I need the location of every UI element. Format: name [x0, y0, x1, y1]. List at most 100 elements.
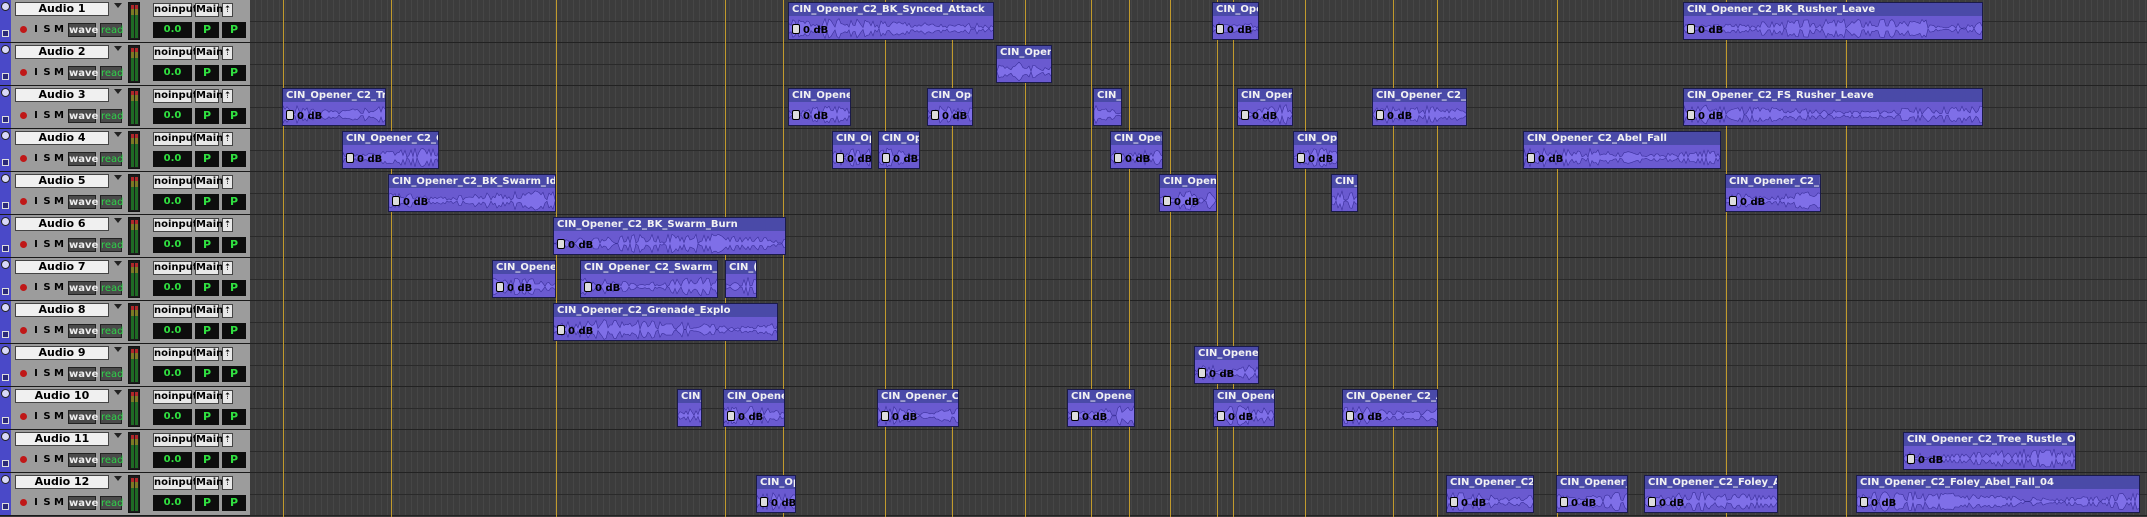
clip-gain[interactable]: 0 dB: [286, 110, 322, 122]
clip-gain[interactable]: 0 dB: [931, 110, 967, 122]
clip-gain[interactable]: 0 dB: [1163, 196, 1199, 208]
audio-clip[interactable]: CIN_Opener_C2_BK_Rusher_Leave 0 dB: [1683, 2, 1983, 40]
clip-gain-icon: [346, 153, 354, 163]
audio-clip[interactable]: CIN_Opener_C2_Abel_Fall 0 dB: [1523, 131, 1721, 169]
audio-clip[interactable]: CIN_Opener 0 dB: [492, 260, 556, 298]
clip-gain[interactable]: 0 dB: [792, 24, 828, 36]
audio-clip[interactable]: CIN_Opener 0 dB: [1194, 346, 1259, 384]
clip-gain-value: 0 dB: [847, 154, 872, 165]
audio-clip[interactable]: CIN_Opener_C2_G 0 dB: [342, 131, 439, 169]
clip-name: CIN_Opener: [1195, 347, 1258, 360]
audio-clip[interactable]: CIN_Opener_C2_A 0 dB: [1342, 389, 1438, 427]
audio-clip[interactable]: CIN_: [1331, 174, 1358, 212]
audio-clip[interactable]: CIN_Op 0 dB: [756, 475, 796, 513]
clip-gain[interactable]: 0 dB: [881, 411, 917, 423]
audio-clip[interactable]: CIN_Opener_C2_Foley_Abel_Fall_04 0 dB: [1856, 475, 2140, 513]
audio-clip[interactable]: CIN_Opener_C2_BK_Swarm_Idle 0 dB: [388, 174, 556, 212]
clip-gain[interactable]: 0 dB: [1527, 153, 1563, 165]
clip-gain-icon: [1216, 24, 1224, 34]
clip-name: CIN_Opene: [1068, 390, 1134, 403]
clip-gain-value: 0 dB: [595, 283, 621, 294]
audio-clip[interactable]: CIN_Opener_C2_BK_Synced_Attack 0 dB: [788, 2, 994, 40]
audio-clip[interactable]: CIN_Opener_C2 0 dB: [1446, 475, 1534, 513]
audio-clip[interactable]: CIN_Opener_C2_Tree_Rustle_Outs 0 dB: [1903, 432, 2076, 470]
audio-clip[interactable]: CIN_Ope 0 dB: [1212, 2, 1259, 40]
clip-gain[interactable]: 0 dB: [836, 153, 872, 165]
clip-gain-value: 0 dB: [1918, 455, 1944, 466]
clip-gain[interactable]: 0 dB: [1217, 411, 1253, 423]
clip-name: CIN_(: [726, 261, 756, 274]
clip-name: CIN_Opener_C2_G: [343, 132, 438, 145]
clip-gain[interactable]: 0 dB: [1907, 454, 1943, 466]
audio-clip[interactable]: CIN_Op 0 dB: [878, 131, 920, 169]
clip-gain[interactable]: 0 dB: [727, 411, 763, 423]
audio-clip[interactable]: CIN_(: [725, 260, 757, 298]
clip-gain[interactable]: 0 dB: [496, 282, 532, 294]
clip-gain[interactable]: 0 dB: [584, 282, 620, 294]
clip-gain[interactable]: 0 dB: [1241, 110, 1277, 122]
clip-gain[interactable]: 0 dB: [557, 239, 593, 251]
clip-gain[interactable]: 0 dB: [1450, 497, 1486, 509]
clip-gain-icon: [1648, 497, 1656, 507]
audio-clip[interactable]: CIN_Ope 0 dB: [927, 88, 973, 126]
audio-clip[interactable]: CIN_Opener_C2_Tre 0 dB: [282, 88, 386, 126]
audio-clip[interactable]: CIN_Opener 0 dB: [723, 389, 785, 427]
clip-gain[interactable]: 0 dB: [1560, 497, 1596, 509]
audio-clip[interactable]: CIN_Opener_C2_B 0 dB: [1725, 174, 1821, 212]
audio-clip[interactable]: CIN_Opener_C2_Grenade_Explo 0 dB: [553, 303, 778, 341]
audio-clip[interactable]: CIN_Opener_C2_FS_Rusher_Leave 0 dB: [1683, 88, 1983, 126]
clip-gain-value: 0 dB: [507, 283, 533, 294]
clip-gain-icon: [1560, 497, 1568, 507]
clip-gain[interactable]: 0 dB: [1376, 110, 1412, 122]
clip-name: CIN_Opener: [493, 261, 555, 274]
audio-clip[interactable]: CIN_Oper 0 dB: [1237, 88, 1293, 126]
audio-clip[interactable]: CIN_Opene 0 dB: [1213, 389, 1275, 427]
clip-gain-value: 0 dB: [1252, 111, 1278, 122]
clip-gain[interactable]: 0 dB: [1687, 110, 1723, 122]
audio-clip[interactable]: CIN_Ope 0 dB: [1293, 131, 1338, 169]
clip-gain[interactable]: 0 dB: [1346, 411, 1382, 423]
clip-gain[interactable]: 0 dB: [346, 153, 382, 165]
audio-clip[interactable]: CIN_Opener_C2_Swarm_Bc 0 dB: [580, 260, 718, 298]
clip-gain[interactable]: 0 dB: [1216, 24, 1252, 36]
clip-gain[interactable]: 0 dB: [792, 110, 828, 122]
clip-waveform: [1094, 104, 1121, 125]
clip-gain[interactable]: 0 dB: [1729, 196, 1765, 208]
clip-gain[interactable]: 0 dB: [1860, 497, 1896, 509]
clip-gain-icon: [1450, 497, 1458, 507]
clip-gain-value: 0 dB: [892, 412, 918, 423]
audio-clip[interactable]: CIN_Opene 0 dB: [788, 88, 851, 126]
audio-clip[interactable]: CIN_Opene 0 dB: [1067, 389, 1135, 427]
audio-clip[interactable]: CIN_Opene 0 dB: [1159, 174, 1217, 212]
clip-gain[interactable]: 0 dB: [1687, 24, 1723, 36]
clip-gain-value: 0 dB: [803, 111, 829, 122]
clip-gain-icon: [1071, 411, 1079, 421]
clip-gain[interactable]: 0 dB: [1114, 153, 1150, 165]
clip-gain[interactable]: 0 dB: [557, 325, 593, 337]
clip-gain[interactable]: 0 dB: [882, 153, 918, 165]
clip-gain-value: 0 dB: [1227, 25, 1253, 36]
audio-clip[interactable]: CIN_Opene 0 dB: [1110, 131, 1163, 169]
clip-gain-value: 0 dB: [1740, 197, 1766, 208]
audio-clip[interactable]: CIN_Open: [996, 45, 1052, 83]
clip-name: CIN_: [678, 390, 701, 403]
audio-clip[interactable]: CIN_Op 0 dB: [832, 131, 872, 169]
clip-gain[interactable]: 0 dB: [1648, 497, 1684, 509]
audio-clip[interactable]: CIN_Opener_C2_Foley_Ab 0 dB: [1644, 475, 1778, 513]
clip-gain[interactable]: 0 dB: [1071, 411, 1107, 423]
audio-clip[interactable]: CIN_Opener_C 0 dB: [1556, 475, 1628, 513]
audio-clip[interactable]: CIN_Opener_C2_BK_Swarm_Burn 0 dB: [553, 217, 786, 255]
audio-clip[interactable]: CIN_Opener_C2_R 0 dB: [1372, 88, 1467, 126]
audio-clip[interactable]: CIN_: [677, 389, 702, 427]
clip-name: CIN_Opener_C2_BK_Swarm_Idle: [389, 175, 555, 188]
audio-clip[interactable]: CIN_: [1093, 88, 1122, 126]
clip-gain[interactable]: 0 dB: [1198, 368, 1234, 380]
clip-gain-icon: [931, 110, 939, 120]
clip-gain[interactable]: 0 dB: [1297, 153, 1333, 165]
clip-gain[interactable]: 0 dB: [760, 497, 795, 509]
clip-gain-value: 0 dB: [803, 25, 829, 36]
clip-gain[interactable]: 0 dB: [392, 196, 428, 208]
clip-name: CIN_Opener_C2: [1447, 476, 1533, 489]
clip-name: CIN_Opener_C2_Tree_Rustle_Outs: [1904, 433, 2075, 446]
audio-clip[interactable]: CIN_Opener_C2 0 dB: [877, 389, 959, 427]
